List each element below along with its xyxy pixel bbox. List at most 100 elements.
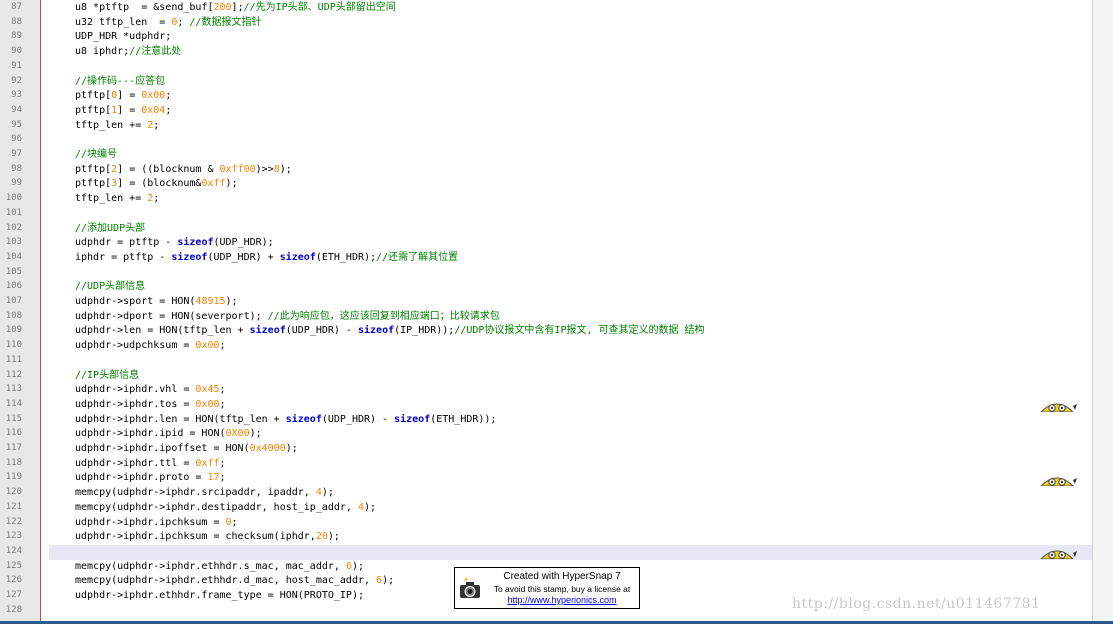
code-line[interactable]: UDP_HDR *udphdr; <box>75 30 171 45</box>
line-number: 116 <box>5 428 22 439</box>
code-text: ); <box>225 178 238 190</box>
code-line[interactable]: tftp_len += 2; <box>75 192 159 207</box>
code-keyword: sizeof <box>394 413 431 425</box>
code-number: 0x45 <box>195 384 220 396</box>
vertical-scrollbar[interactable] <box>1092 0 1113 624</box>
code-text: memcpy(udphdr->iphdr.ethhdr.s_mac, mac_a… <box>75 560 346 572</box>
code-line[interactable]: ptftp[3] = (blocknum&0xff); <box>75 177 238 192</box>
code-keyword: sizeof <box>357 325 395 337</box>
code-comment: //IP头部信息 <box>75 369 140 381</box>
code-number: 0xff <box>195 457 220 469</box>
code-line[interactable]: udphdr->iphdr.proto = 17; <box>75 471 226 486</box>
code-line[interactable]: udphdr->dport = HON(severport); //此为响应包，… <box>75 310 500 325</box>
code-text: udphdr->iphdr.ethhdr.frame_type = HON(PR… <box>75 590 364 601</box>
code-line[interactable]: tftp_len += 2; <box>75 119 159 134</box>
code-line[interactable]: memcpy(udphdr->iphdr.srcipaddr, ipaddr, … <box>75 486 334 501</box>
code-comment: //注意此处 <box>129 46 182 58</box>
line-number: 98 <box>11 163 22 174</box>
code-text: ; <box>153 119 160 131</box>
code-comment: //块编号 <box>75 149 118 160</box>
camera-icon <box>460 577 480 598</box>
code-text: ; <box>165 104 172 116</box>
stamp-link[interactable]: http://www.hyperionics.com <box>487 595 637 605</box>
line-number: 128 <box>5 604 22 615</box>
code-line[interactable]: ptftp[2] = ((blocknum & 0xff00)>>8); <box>75 163 292 178</box>
code-text: tftp_len += <box>75 193 148 205</box>
line-number: 109 <box>5 325 22 336</box>
code-line[interactable]: ptftp[0] = 0x00; <box>75 89 171 104</box>
code-number: 17 <box>207 472 220 484</box>
code-line[interactable]: udphdr->udpchksum = 0x00; <box>75 339 226 354</box>
code-line[interactable]: udphdr->iphdr.tos = 0x00; <box>75 398 226 413</box>
code-comment: //数据报文指针 <box>189 16 262 28</box>
line-number: 102 <box>5 222 22 233</box>
code-line[interactable]: udphdr = ptftp - sizeof(UDP_HDR); <box>75 236 274 251</box>
code-line[interactable]: udphdr->iphdr.ipchksum = checksum(iphdr,… <box>75 530 340 545</box>
code-keyword: sizeof <box>249 325 286 337</box>
code-line[interactable]: //操作码---应答包 <box>75 75 165 90</box>
code-line[interactable]: u8 iphdr;//注意此处 <box>75 45 181 60</box>
code-comment: //此为响应包，这应该回复到相应端口；比较请求包 <box>267 310 500 322</box>
code-text: ] = <box>117 104 142 116</box>
code-text: ] = (blocknum& <box>117 178 202 190</box>
code-text: ); <box>285 443 298 454</box>
line-number: 93 <box>11 90 22 101</box>
line-number: 99 <box>11 178 22 189</box>
code-text: u8 iphdr; <box>75 46 130 58</box>
code-text: udphdr->iphdr.vhl = <box>75 384 196 396</box>
code-line[interactable]: memcpy(udphdr->iphdr.ethhdr.d_mac, host_… <box>75 574 394 589</box>
code-line[interactable]: udphdr->iphdr.len = HON(tftp_len + sizeo… <box>75 413 496 428</box>
code-text: (IP_HDR)); <box>394 325 455 337</box>
code-number: 0X00 <box>225 428 250 440</box>
line-number: 126 <box>5 575 22 586</box>
code-text: ); <box>279 163 292 175</box>
code-text: (UDP_HDR) - <box>285 325 358 337</box>
code-line[interactable]: udphdr->iphdr.ipid = HON(0X00); <box>75 427 262 442</box>
code-line[interactable]: udphdr->iphdr.ipchksum = 0; <box>75 516 238 531</box>
code-line[interactable]: iphdr = ptftp - sizeof(UDP_HDR) + sizeof… <box>75 251 458 266</box>
code-line[interactable]: udphdr->iphdr.ttl = 0xff; <box>75 457 226 472</box>
line-number: 120 <box>5 487 22 498</box>
line-number: 119 <box>5 472 22 483</box>
code-text: ); <box>351 560 365 572</box>
line-number: 112 <box>5 369 22 380</box>
code-line[interactable]: //添加UDP头部 <box>75 222 145 237</box>
code-line[interactable]: udphdr->sport = HON(48915); <box>75 295 238 310</box>
code-line[interactable]: udphdr->iphdr.ipoffset = HON(0x4000); <box>75 442 298 457</box>
code-text: memcpy(udphdr->iphdr.ethhdr.d_mac, host_… <box>75 575 377 587</box>
line-number: 114 <box>5 398 22 409</box>
line-number: 113 <box>5 384 22 395</box>
code-line[interactable]: memcpy(udphdr->iphdr.ethhdr.s_mac, mac_a… <box>75 560 364 575</box>
code-text: ; <box>219 384 226 396</box>
code-text: UDP_HDR *udphdr; <box>75 31 172 43</box>
stamp-title: Created with HyperSnap 7 <box>503 571 621 582</box>
code-keyword: sizeof <box>177 237 214 249</box>
line-number: 111 <box>5 354 22 365</box>
code-number: 48915 <box>195 296 226 307</box>
minion-emoticon-icon <box>1037 471 1077 487</box>
code-line[interactable]: memcpy(udphdr->iphdr.destipaddr, host_ip… <box>75 501 376 516</box>
code-text: (ETH_HDR)); <box>430 413 497 425</box>
code-line[interactable]: udphdr->iphdr.ethhdr.frame_type = HON(PR… <box>75 589 364 604</box>
code-number: 0x00 <box>195 340 220 352</box>
code-line[interactable]: u32 tftp_len = 0; //数据报文指针 <box>75 16 261 31</box>
code-line[interactable]: udphdr->iphdr.vhl = 0x45; <box>75 383 226 398</box>
code-line[interactable]: //块编号 <box>75 148 117 163</box>
line-number: 125 <box>5 560 22 571</box>
code-text: ); <box>327 531 340 543</box>
code-text: ptftp[ <box>75 90 112 102</box>
code-line[interactable]: udphdr->len = HON(tftp_len + sizeof(UDP_… <box>75 324 705 339</box>
line-number: 91 <box>11 60 22 71</box>
line-number: 110 <box>5 340 22 351</box>
code-line[interactable]: ptftp[1] = 0x04; <box>75 104 171 119</box>
code-line[interactable]: u8 *ptftp = &send_buf[200];//先为IP头部、UDP头… <box>75 1 396 16</box>
code-text: udphdr->iphdr.ipid = HON( <box>75 428 226 440</box>
stamp-notice: To avoid this stamp, buy a license at <box>493 584 631 594</box>
code-text: udphdr->udpchksum = <box>75 340 196 352</box>
code-line[interactable]: //IP头部信息 <box>75 369 139 384</box>
line-number: 118 <box>5 457 22 468</box>
code-number: 0xff <box>201 178 226 190</box>
code-text: ); <box>321 487 334 499</box>
code-number: 0x00 <box>195 398 220 410</box>
code-line[interactable]: //UDP头部信息 <box>75 280 145 295</box>
